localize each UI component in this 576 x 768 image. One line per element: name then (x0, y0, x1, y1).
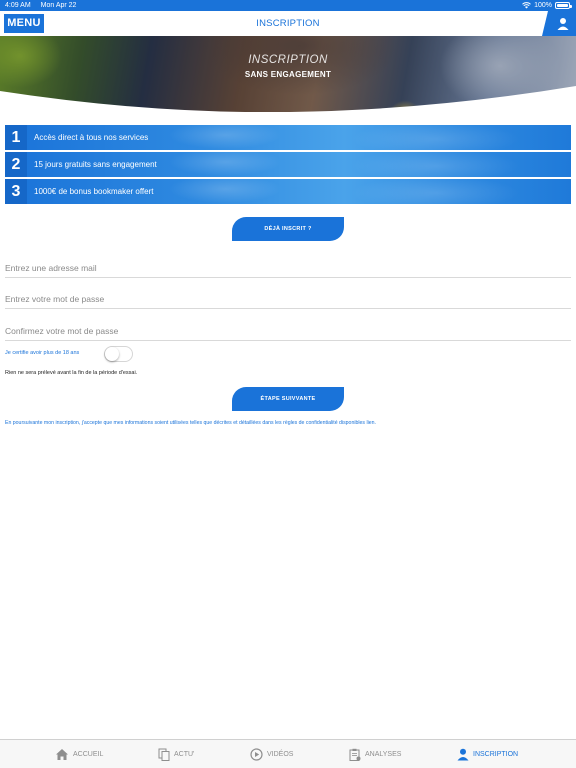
tab-analyses[interactable]: ANALYSES (349, 740, 401, 768)
toggle-knob (105, 347, 119, 361)
next-step-button[interactable]: ÉTAPE SUIVVANTE (232, 387, 344, 411)
benefit-number: 3 (5, 179, 27, 204)
already-registered-button[interactable]: DÉJÀ INSCRIT ? (232, 217, 344, 241)
tab-inscription[interactable]: INSCRIPTION (457, 740, 518, 768)
benefit-number: 1 (5, 125, 27, 150)
tab-videos[interactable]: VIDÉOS (250, 740, 293, 768)
battery-percent: 100% (534, 2, 552, 9)
tab-label: ANALYSES (365, 750, 402, 758)
benefit-number: 2 (5, 152, 27, 177)
tab-label: INSCRIPTION (473, 750, 519, 758)
tab-accueil[interactable]: ACCUEIL (55, 740, 103, 768)
benefit-item: 3 1000€ de bonus bookmaker offert (5, 179, 571, 204)
app-header: MENU INSCRIPTION (0, 11, 576, 36)
play-icon (250, 747, 263, 761)
tab-label: ACCUEIL (73, 750, 104, 758)
status-bar: 4:09 AM Mon Apr 22 100% (0, 0, 576, 11)
benefit-text: 15 jours gratuits sans engagement (34, 160, 157, 169)
privacy-notice: En poursuivante mon inscription, j'accep… (5, 420, 376, 426)
hero-banner: INSCRIPTION SANS ENGAGEMENT (0, 36, 576, 112)
hero-subtitle: SANS ENGAGEMENT (244, 70, 332, 79)
benefits-list: 1 Accès direct à tous nos services 2 15 … (5, 125, 571, 206)
email-field-container (5, 258, 571, 278)
profile-button[interactable] (542, 11, 576, 36)
confirm-password-field[interactable] (5, 321, 571, 341)
age-certification-label: Je certifie avoir plus de 18 ans (5, 350, 80, 356)
hero-title: INSCRIPTION (248, 54, 328, 66)
age-certification-toggle[interactable] (104, 346, 133, 362)
password-field[interactable] (5, 289, 571, 309)
benefit-text: 1000€ de bonus bookmaker offert (34, 187, 154, 196)
confirm-password-field-container (5, 321, 571, 341)
benefit-item: 1 Accès direct à tous nos services (5, 125, 571, 150)
status-date: Mon Apr 22 (40, 2, 77, 9)
tab-actu[interactable]: ACTU' (158, 740, 194, 768)
battery-icon (555, 2, 572, 9)
tab-label: ACTU' (174, 750, 195, 758)
tab-label: VIDÉOS (267, 750, 294, 758)
bottom-tab-bar: ACCUEIL ACTU' VIDÉOS ANALYSES INSCRIPTIO… (0, 739, 576, 768)
trial-info-text: Rien ne sera prélevé avant la fin de la … (5, 370, 138, 376)
copy-icon (158, 748, 170, 761)
home-icon (56, 748, 68, 760)
password-field-container (5, 289, 571, 309)
benefit-text: Accès direct à tous nos services (34, 133, 149, 142)
user-icon (457, 748, 469, 760)
status-time: 4:09 AM (5, 2, 31, 9)
clipboard-icon (349, 748, 361, 761)
page-title: INSCRIPTION (256, 18, 320, 29)
benefit-item: 2 15 jours gratuits sans engagement (5, 152, 571, 177)
wifi-icon (522, 2, 531, 9)
email-field[interactable] (5, 258, 571, 278)
